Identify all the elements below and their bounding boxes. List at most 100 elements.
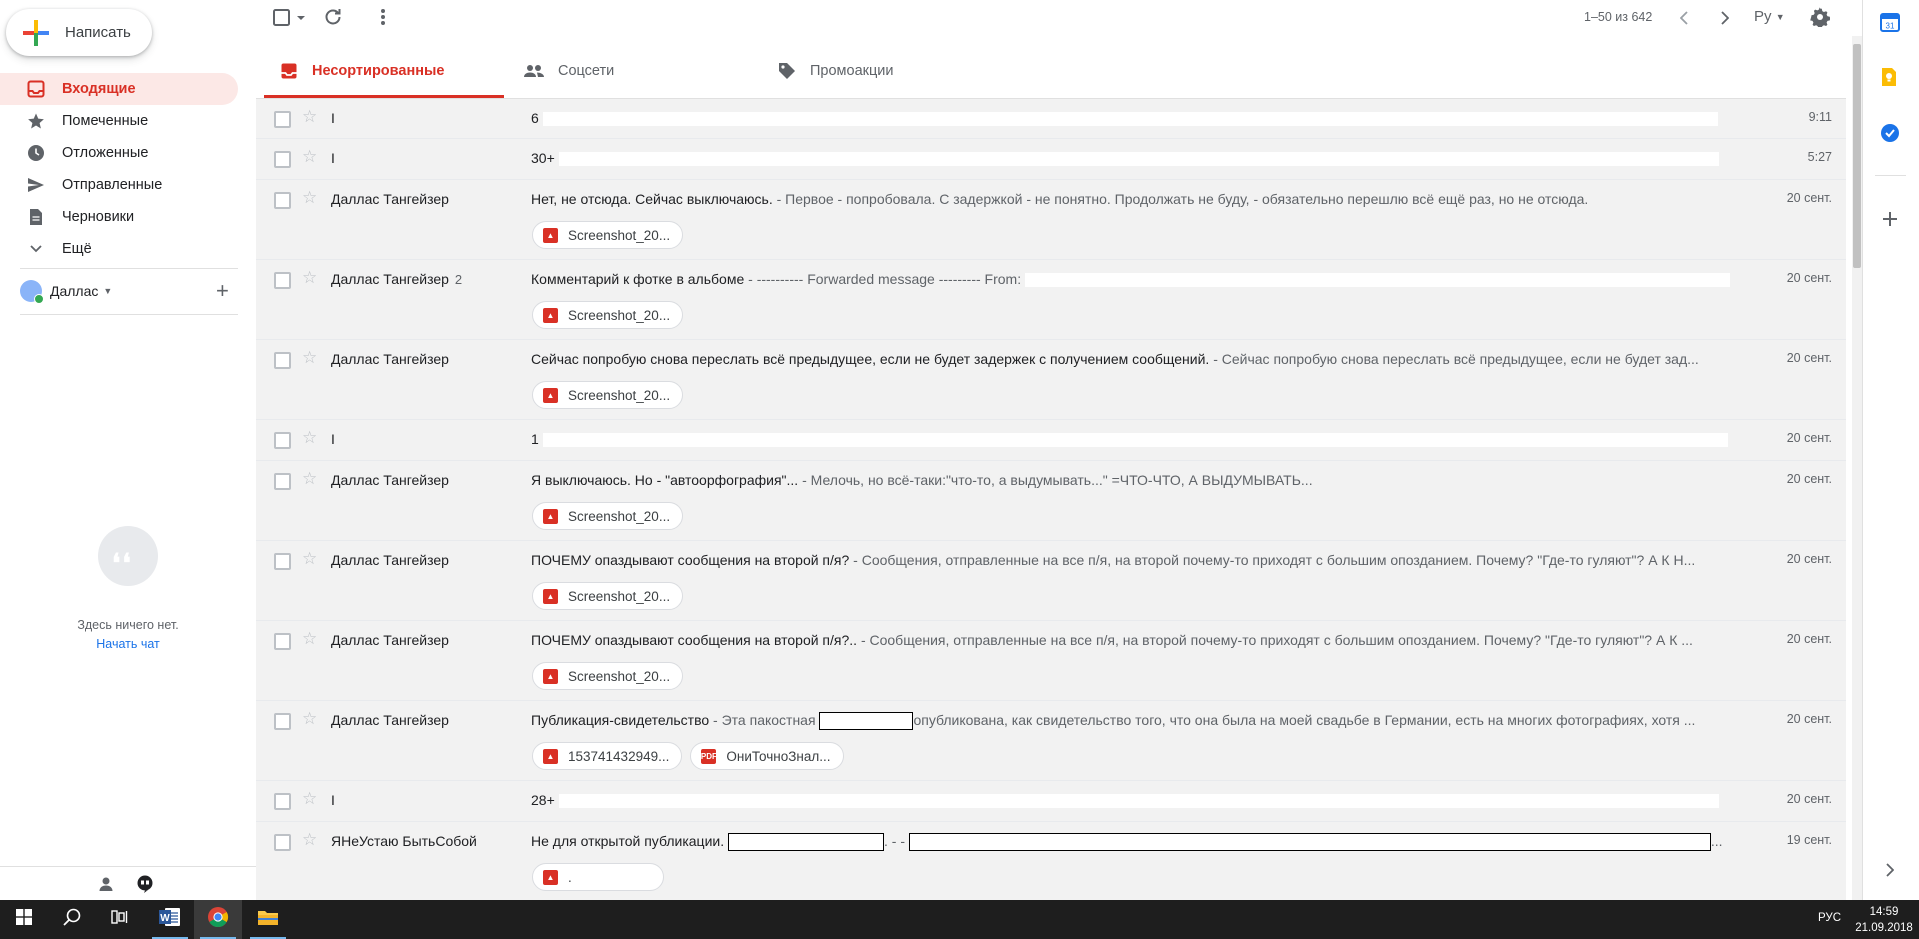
- task-view-icon: [111, 909, 129, 930]
- row-checkbox[interactable]: [274, 272, 291, 289]
- email-row[interactable]: ☆ Даллас Тангейзер Сейчас попробую снова…: [256, 340, 1846, 420]
- email-subject: 1: [531, 431, 539, 447]
- nav-label-snoozed: Отложенные: [62, 145, 149, 161]
- row-checkbox[interactable]: [274, 473, 291, 490]
- email-subject: Нет, не отсюда. Сейчас выключаюсь.: [531, 191, 773, 207]
- attachment-chip[interactable]: ▲ Screenshot_20...: [532, 221, 684, 249]
- nav-item-snoozed[interactable]: Отложенные: [0, 137, 238, 169]
- person-icon[interactable]: [98, 876, 114, 897]
- divider: [20, 268, 238, 269]
- star-icon[interactable]: ☆: [302, 107, 317, 127]
- email-row[interactable]: ☆ Даллас Тангейзер ПОЧЕМУ опаздывают соо…: [256, 621, 1846, 701]
- attachment-name: .: [568, 869, 572, 885]
- chevron-right-icon[interactable]: [1886, 863, 1895, 882]
- email-row[interactable]: ☆ Даллас Тангейзер ПОЧЕМУ опаздывают соо…: [256, 541, 1846, 621]
- star-icon[interactable]: ☆: [302, 268, 317, 288]
- tasks-icon[interactable]: [1880, 123, 1900, 148]
- star-icon[interactable]: ☆: [302, 789, 317, 809]
- email-row[interactable]: ☆ I 30+ 5:27: [256, 139, 1846, 180]
- email-content: 1: [531, 431, 1736, 448]
- email-row[interactable]: ☆ I 28+ 20 сент.: [256, 781, 1846, 822]
- search-button[interactable]: [48, 900, 96, 939]
- star-icon[interactable]: ☆: [302, 428, 317, 448]
- attachment-chip[interactable]: ▲ Screenshot_20...: [532, 381, 684, 409]
- attachment-chip[interactable]: ▲ 153741432949...: [532, 742, 683, 770]
- email-row[interactable]: ☆ Даллас Тангейзер Нет, не отсюда. Сейча…: [256, 180, 1846, 260]
- row-checkbox[interactable]: [274, 553, 291, 570]
- tray-language[interactable]: РУС: [1818, 912, 1841, 924]
- add-addon-icon[interactable]: [1883, 212, 1897, 231]
- pdf-file-icon: PDF: [701, 748, 717, 764]
- email-date: 20 сент.: [1786, 431, 1832, 445]
- row-checkbox[interactable]: [274, 111, 291, 128]
- redaction-box: [908, 833, 1711, 852]
- email-snippet: - Сообщения, отправленные на все п/я, на…: [857, 632, 1693, 648]
- refresh-icon[interactable]: [324, 8, 342, 31]
- row-checkbox[interactable]: [274, 432, 291, 449]
- add-chat-icon[interactable]: +: [216, 278, 229, 304]
- nav-item-starred[interactable]: Помеченные: [0, 105, 238, 137]
- email-row[interactable]: ☆ I 1 20 сент.: [256, 420, 1846, 461]
- inbox-icon: [280, 62, 298, 80]
- email-subject: ПОЧЕМУ опаздывают сообщения на второй п/…: [531, 552, 850, 568]
- list-scrollbar[interactable]: [1852, 36, 1862, 900]
- attachment-chip[interactable]: ▲ Screenshot_20...: [532, 301, 684, 329]
- row-checkbox[interactable]: [274, 793, 291, 810]
- nav-item-inbox[interactable]: Входящие: [0, 73, 238, 105]
- input-language-select[interactable]: Ру ▼: [1754, 8, 1785, 25]
- email-row[interactable]: ☆ Даллас Тангейзер Я выключаюсь. Но - "а…: [256, 461, 1846, 541]
- attachment-chip[interactable]: ▲ Screenshot_20...: [532, 662, 684, 690]
- nav-item-drafts[interactable]: Черновики: [0, 201, 238, 233]
- star-icon[interactable]: ☆: [302, 147, 317, 167]
- tray-clock[interactable]: 14:59 21.09.2018: [1854, 904, 1914, 936]
- attachment-chip[interactable]: ▲ Screenshot_20...: [532, 582, 684, 610]
- tab-label: Промоакции: [810, 62, 894, 79]
- tab-social[interactable]: Соцсети: [524, 44, 764, 97]
- compose-button[interactable]: Написать: [6, 9, 152, 56]
- word-app-button[interactable]: W: [146, 900, 194, 939]
- nav-item-sent[interactable]: Отправленные: [0, 169, 238, 201]
- row-checkbox[interactable]: [274, 352, 291, 369]
- redaction: [542, 112, 1718, 127]
- attachment-chip[interactable]: PDF ОниТочноЗнал...: [690, 742, 844, 770]
- start-chat-link[interactable]: Начать чат: [0, 637, 256, 651]
- star-icon[interactable]: ☆: [302, 629, 317, 649]
- tab-primary[interactable]: Несортированные: [264, 44, 504, 98]
- chrome-app-button[interactable]: [194, 900, 242, 939]
- row-checkbox[interactable]: [274, 633, 291, 650]
- nav-item-more[interactable]: Ещё: [0, 233, 238, 265]
- attachment-chip[interactable]: ▲.: [532, 863, 664, 891]
- star-icon[interactable]: ☆: [302, 709, 317, 729]
- next-page-icon[interactable]: [1721, 11, 1730, 30]
- email-row[interactable]: ☆ ЯНеУстаю БытьСобой Не для открытой пуб…: [256, 822, 1846, 902]
- email-row[interactable]: ☆ I 6 9:11: [256, 99, 1846, 139]
- email-row[interactable]: ☆ Даллас Тангейзер Публикация-свидетельс…: [256, 701, 1846, 781]
- select-all-checkbox[interactable]: [273, 9, 307, 32]
- row-checkbox[interactable]: [274, 151, 291, 168]
- scrollbar-thumb[interactable]: [1853, 44, 1861, 268]
- start-button[interactable]: [0, 900, 48, 939]
- star-icon[interactable]: ☆: [302, 348, 317, 368]
- windows-taskbar: W РУС 14:59 21.09.2018: [0, 900, 1919, 939]
- keep-icon[interactable]: [1880, 67, 1898, 92]
- star-icon[interactable]: ☆: [302, 549, 317, 569]
- gear-icon[interactable]: [1810, 7, 1831, 32]
- star-icon[interactable]: ☆: [302, 830, 317, 850]
- hangouts-icon[interactable]: [136, 875, 154, 898]
- tab-promotions[interactable]: Промоакции: [778, 44, 1018, 97]
- row-checkbox[interactable]: [274, 713, 291, 730]
- calendar-icon[interactable]: 31: [1880, 12, 1900, 37]
- more-vert-icon[interactable]: [380, 8, 386, 31]
- row-checkbox[interactable]: [274, 834, 291, 851]
- nav-label-inbox: Входящие: [62, 81, 136, 97]
- attachment-chip[interactable]: ▲ Screenshot_20...: [532, 502, 684, 530]
- task-view-button[interactable]: [96, 900, 144, 939]
- star-icon[interactable]: ☆: [302, 188, 317, 208]
- row-checkbox[interactable]: [274, 192, 291, 209]
- mail-toolbar: 1–50 из 642 Ру ▼: [256, 0, 1856, 36]
- file-explorer-button[interactable]: [244, 900, 292, 939]
- star-icon[interactable]: ☆: [302, 469, 317, 489]
- prev-page-icon[interactable]: [1679, 11, 1688, 30]
- email-row[interactable]: ☆ Даллас Тангейзер 2 Комментарий к фотке…: [256, 260, 1846, 340]
- hangouts-account[interactable]: Даллас ▼ +: [20, 276, 240, 306]
